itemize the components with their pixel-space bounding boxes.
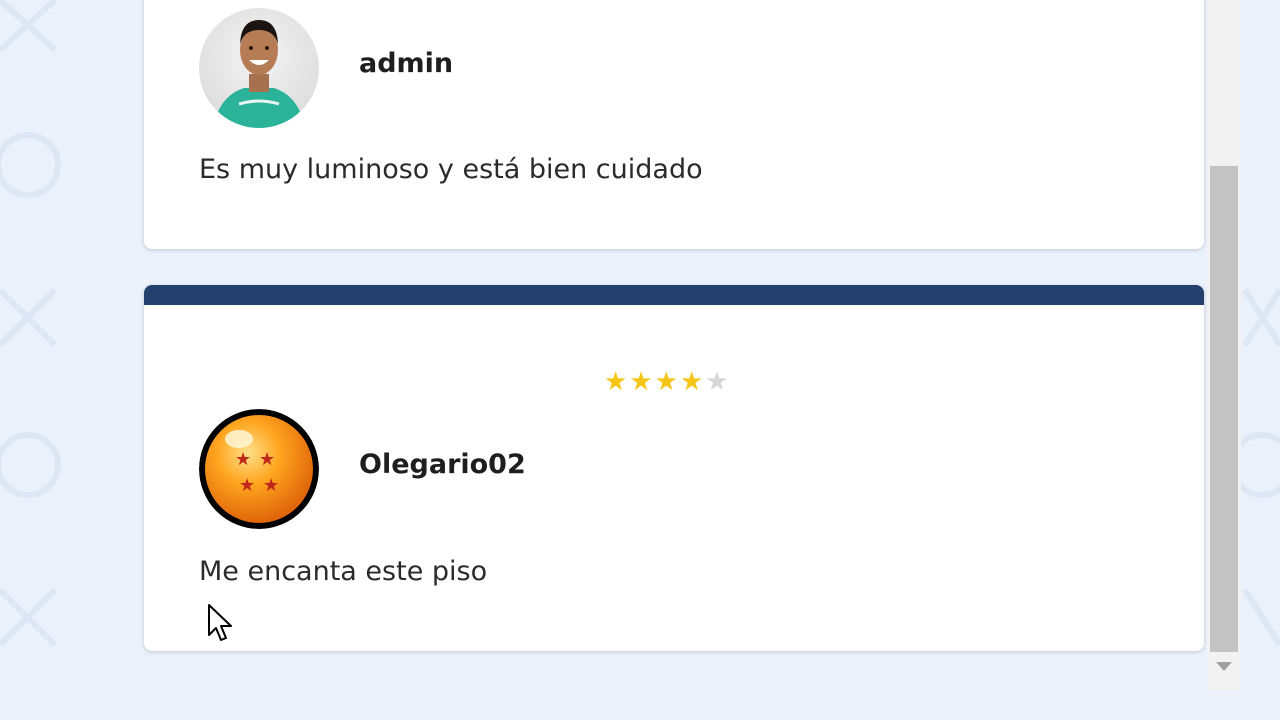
svg-text:★: ★ xyxy=(239,475,255,496)
review-card: admin Es muy luminoso y está bien cuidad… xyxy=(144,0,1204,249)
card-header-bar xyxy=(144,285,1204,305)
review-card: ★ ★ ★ ★ ★ ★ ★ ★ ★ Olegario02 Me encanta … xyxy=(144,285,1204,651)
user-avatar[interactable]: ★ ★ ★ ★ xyxy=(199,409,319,529)
person-avatar-icon xyxy=(199,8,319,128)
user-avatar[interactable] xyxy=(199,8,319,128)
review-username: Olegario02 xyxy=(359,449,526,480)
star-filled-icon: ★ xyxy=(654,367,678,397)
star-rating: ★ ★ ★ ★ ★ xyxy=(604,369,729,395)
svg-text:★: ★ xyxy=(235,449,251,470)
mouse-cursor-icon xyxy=(208,604,232,641)
star-filled-icon: ★ xyxy=(679,367,704,397)
review-comment: Me encanta este piso xyxy=(199,556,488,587)
svg-text:★: ★ xyxy=(263,475,279,496)
svg-text:★: ★ xyxy=(259,449,275,470)
scrollbar[interactable] xyxy=(1207,0,1241,690)
scroll-down-arrow-icon[interactable] xyxy=(1216,662,1232,671)
review-comment: Es muy luminoso y está bien cuidado xyxy=(199,154,703,185)
scrollbar-thumb[interactable] xyxy=(1210,166,1238,652)
review-username: admin xyxy=(359,48,454,79)
star-filled-icon: ★ xyxy=(629,367,653,397)
dragon-ball-avatar-icon: ★ ★ ★ ★ xyxy=(199,409,319,529)
star-empty-icon: ★ xyxy=(705,367,729,397)
star-filled-icon: ★ xyxy=(604,367,628,397)
